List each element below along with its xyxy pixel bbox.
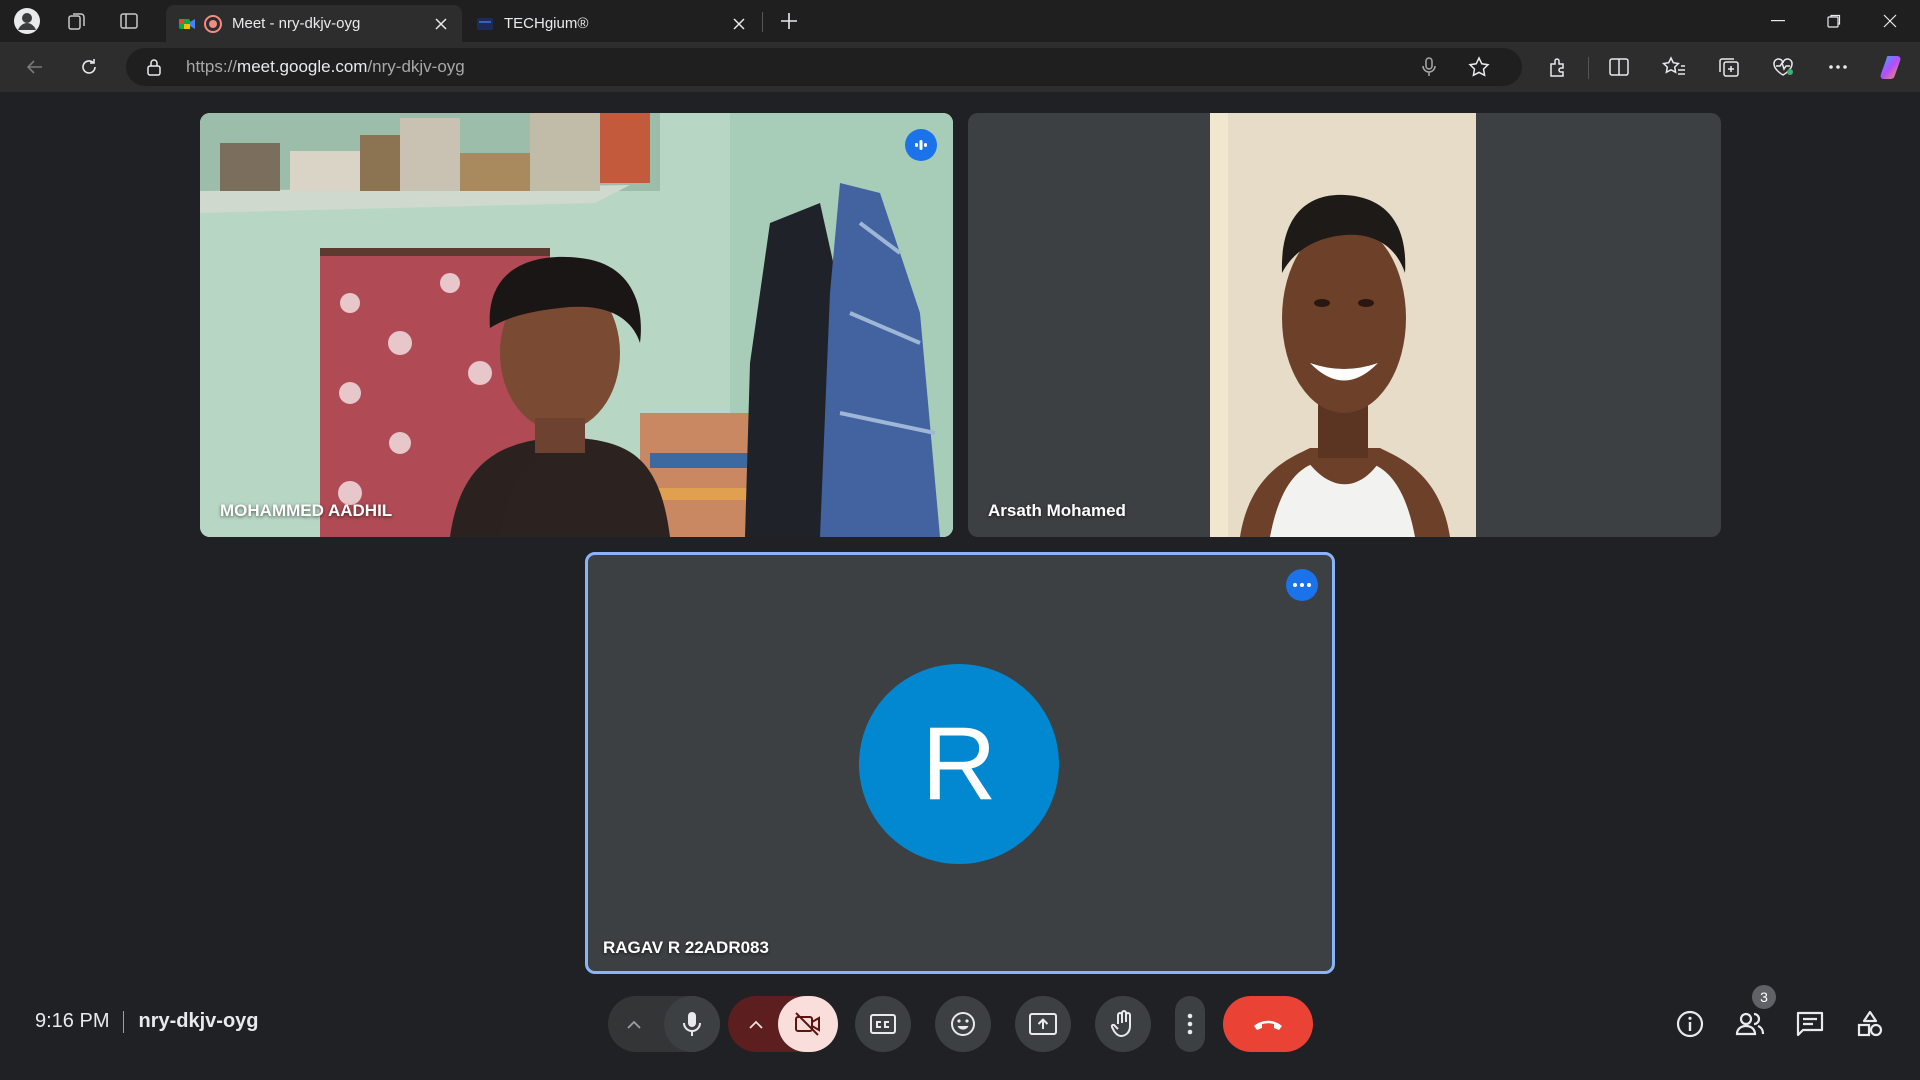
chat-icon: [1796, 1011, 1824, 1037]
settings-more-icon[interactable]: [1821, 50, 1855, 84]
participant-tile-ragav[interactable]: R RAGAV R 22ADR083: [585, 552, 1335, 974]
url-text[interactable]: https://meet.google.com/nry-dkjv-oyg: [186, 57, 465, 77]
close-window-icon[interactable]: [1862, 0, 1918, 42]
tab-title: Meet - nry-dkjv-oyg: [232, 15, 361, 32]
microphone-icon: [683, 1012, 701, 1036]
camera-off-icon: [795, 1012, 820, 1036]
more-options-dots-icon[interactable]: [1286, 569, 1318, 601]
meeting-stage: MOHAMMED AADHIL Arsath Mohamed R RAGAV R…: [6, 92, 1914, 1076]
split-screen-icon[interactable]: [1602, 50, 1636, 84]
info-icon: [1676, 1010, 1704, 1038]
audio-options-chevron-icon[interactable]: [620, 1014, 648, 1034]
collections-icon[interactable]: [1712, 50, 1746, 84]
tab-divider: [762, 12, 763, 32]
more-options-icon: [1187, 1013, 1193, 1035]
audio-controls: [608, 996, 720, 1052]
activities-icon: [1857, 1010, 1883, 1037]
close-tab-icon[interactable]: [728, 13, 750, 35]
participant-video: [1210, 113, 1476, 537]
captions-button[interactable]: [855, 996, 911, 1052]
toolbar-divider: [1588, 57, 1589, 79]
people-button[interactable]: [1730, 1004, 1770, 1044]
vertical-tabs-icon[interactable]: [114, 6, 144, 36]
video-options-chevron-icon[interactable]: [742, 1014, 770, 1034]
minimize-icon[interactable]: [1750, 0, 1806, 42]
participant-video: [200, 113, 953, 537]
activities-button[interactable]: [1850, 1004, 1890, 1044]
raise-hand-button[interactable]: [1095, 996, 1151, 1052]
lock-icon[interactable]: [146, 58, 162, 81]
people-icon: [1735, 1012, 1765, 1036]
present-icon: [1029, 1013, 1057, 1035]
favorite-star-icon[interactable]: [1468, 56, 1490, 83]
google-meet-icon: [179, 18, 195, 29]
meeting-details: 9:16 PM nry-dkjv-oyg: [35, 1010, 259, 1033]
restore-icon[interactable]: [1806, 0, 1862, 42]
leave-call-icon: [1254, 1020, 1282, 1030]
close-tab-icon[interactable]: [430, 13, 452, 35]
address-bar[interactable]: https://meet.google.com/nry-dkjv-oyg: [126, 48, 1522, 86]
video-controls: [728, 996, 838, 1052]
emoji-icon: [951, 1012, 975, 1036]
meeting-code[interactable]: nry-dkjv-oyg: [138, 1010, 258, 1033]
participant-name: Arsath Mohamed: [988, 501, 1126, 520]
microphone-button[interactable]: [664, 996, 720, 1052]
browser-tab-bar: Meet - nry-dkjv-oyg TECHgium®: [0, 0, 1920, 42]
tab-title: TECHgium®: [504, 15, 589, 32]
refresh-icon[interactable]: [72, 50, 106, 84]
chat-button[interactable]: [1790, 1004, 1830, 1044]
new-tab-icon[interactable]: [774, 6, 804, 36]
copilot-icon[interactable]: [1876, 50, 1910, 84]
profile-icon[interactable]: [12, 6, 42, 36]
browser-toolbar: https://meet.google.com/nry-dkjv-oyg: [0, 42, 1920, 92]
participant-name: MOHAMMED AADHIL: [220, 501, 393, 520]
camera-toggle-button[interactable]: [778, 996, 838, 1052]
favorites-icon[interactable]: [1657, 50, 1691, 84]
participant-name: RAGAV R 22ADR083: [603, 938, 769, 957]
meeting-time: 9:16 PM: [35, 1010, 110, 1032]
voice-search-icon[interactable]: [1422, 57, 1436, 82]
participant-avatar: R: [859, 664, 1059, 864]
raise-hand-icon: [1111, 1010, 1131, 1037]
browser-essentials-icon[interactable]: [1766, 50, 1800, 84]
tab-meet[interactable]: Meet - nry-dkjv-oyg: [166, 5, 462, 42]
participant-tile-mohammed[interactable]: MOHAMMED AADHIL: [200, 113, 953, 537]
extensions-icon[interactable]: [1541, 50, 1575, 84]
speaking-indicator-icon: [905, 129, 937, 161]
present-button[interactable]: [1015, 996, 1071, 1052]
participant-tile-arsath[interactable]: Arsath Mohamed: [968, 113, 1721, 537]
emoji-reactions-button[interactable]: [935, 996, 991, 1052]
meeting-details-button[interactable]: [1670, 1004, 1710, 1044]
captions-icon: [870, 1014, 896, 1034]
divider: [123, 1010, 125, 1033]
techgium-icon: [477, 17, 493, 30]
leave-call-button[interactable]: [1223, 996, 1313, 1052]
more-options-button[interactable]: [1175, 996, 1205, 1052]
back-icon[interactable]: [18, 50, 52, 84]
workspaces-icon[interactable]: [62, 6, 92, 36]
recording-icon: [204, 14, 222, 33]
participant-count-badge: 3: [1752, 985, 1776, 1009]
tab-techgium[interactable]: TECHgium®: [464, 5, 760, 42]
